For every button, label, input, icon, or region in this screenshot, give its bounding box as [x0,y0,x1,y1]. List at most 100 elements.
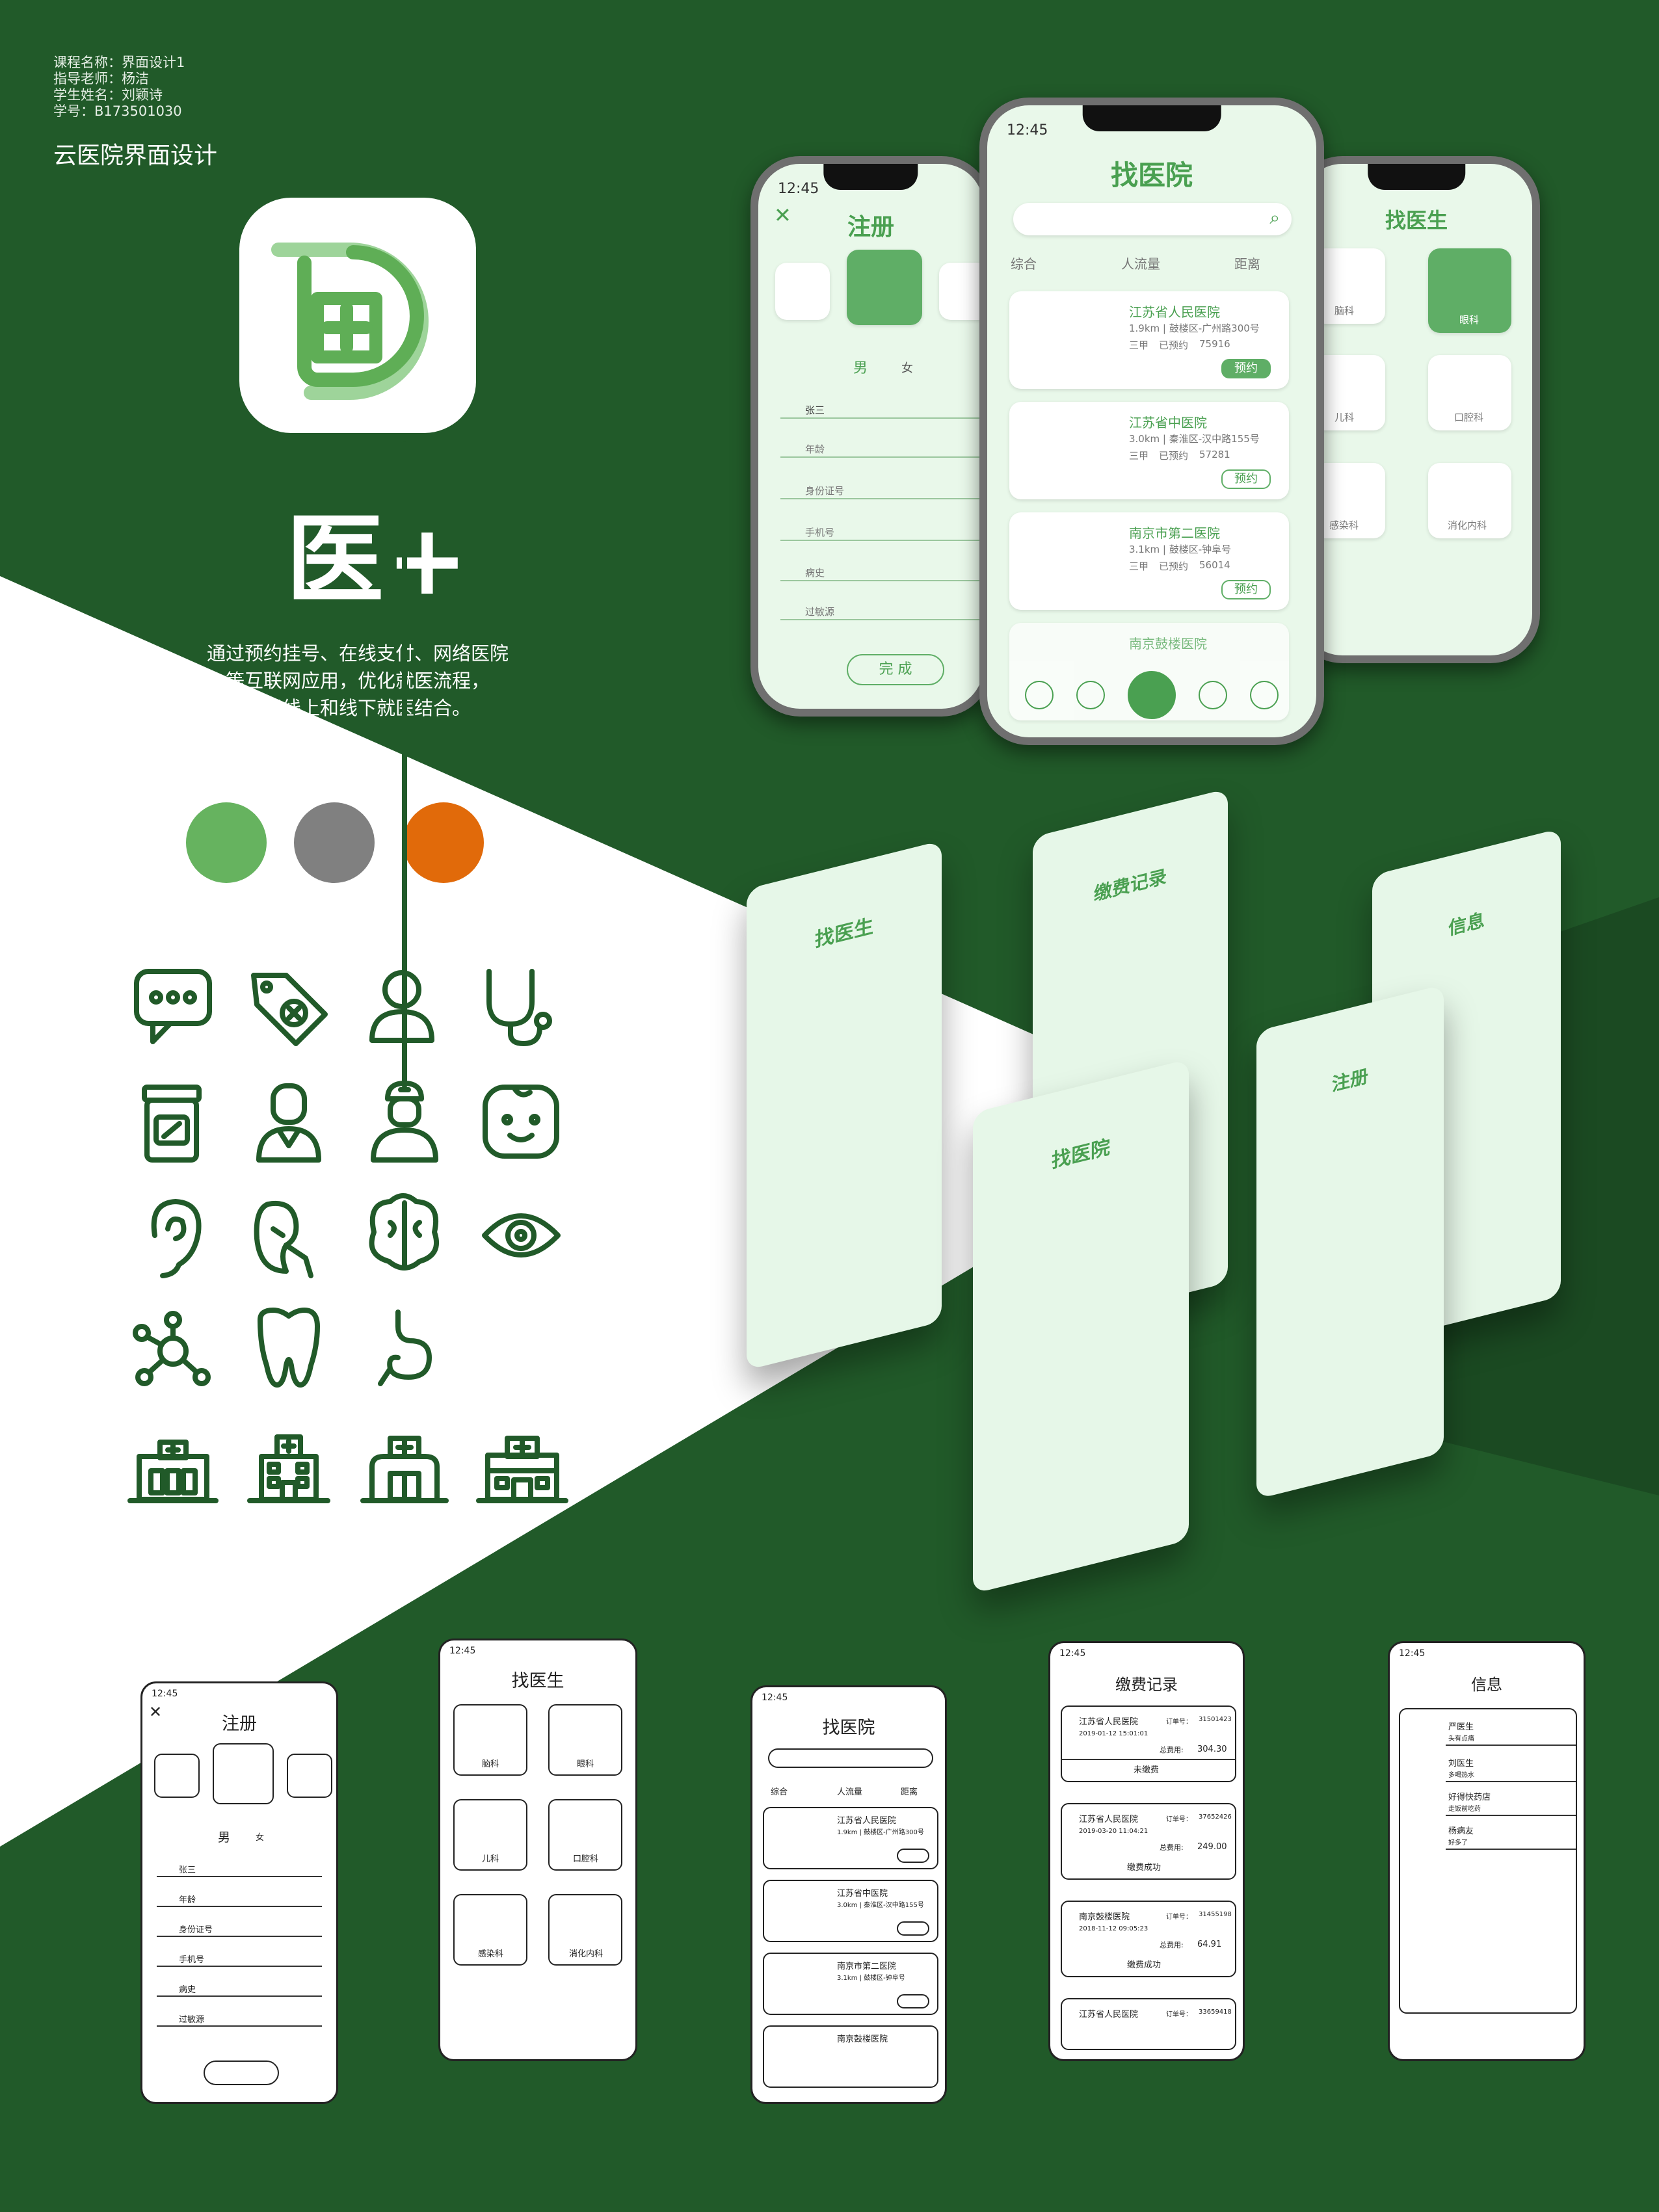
name-field[interactable]: 张三 [805,403,825,417]
nurse-avatar-option[interactable] [775,263,830,320]
payment-record[interactable]: 江苏省人民医院 订单号： 33659418 [1061,1998,1236,2050]
hospital-search-input[interactable]: ⌕ [1013,203,1292,235]
doctor-avatar-option[interactable] [847,250,922,325]
age-field[interactable]: 年龄 [179,1893,196,1905]
name-field[interactable]: 张三 [179,1863,196,1875]
dept-pediatrics[interactable]: 儿科 [453,1799,527,1871]
hospital-name: 南京市第二医院 [1129,525,1220,541]
gender-male[interactable]: 男 [218,1828,230,1845]
gender-male[interactable]: 男 [853,356,868,377]
medicine-avatar-option[interactable] [939,263,983,320]
hospital-search-input[interactable] [768,1748,933,1768]
hospital-name: 南京鼓楼医院 [837,2034,888,2044]
book-button[interactable]: 预约 [897,1994,929,2008]
hospital-card[interactable]: 江苏省中医院 3.0km | 秦淮区-汉中路155号 预约 [763,1880,938,1942]
payment-record[interactable]: 江苏省人民医院 订单号： 37652426 2019-03-20 11:04:2… [1061,1803,1236,1880]
record-hospital: 江苏省人民医院 [1079,1815,1139,1824]
tab-records-icon[interactable] [1199,681,1228,709]
order-label: 订单号： [1166,2011,1192,2018]
filter-traffic[interactable]: 人流量 [837,1785,862,1797]
tab-medical-tag-icon[interactable] [1127,671,1176,719]
dept-pediatrics[interactable]: 儿科 [1314,355,1385,430]
phone-field[interactable]: 手机号 [805,525,834,539]
dept-label: 儿科 [482,1854,499,1864]
dept-infection[interactable]: 感染科 [453,1894,527,1966]
hospital-card[interactable]: 江苏省中医院 3.0km | 秦淮区-汉中路155号 三甲 已预约 57281 … [1009,402,1289,499]
book-button[interactable]: 预约 [1221,359,1271,378]
phone-field[interactable]: 手机号 [179,1953,204,1965]
payment-record[interactable]: 江苏省人民医院 订单号： 31501423 2019-01-12 15:01:0… [1061,1705,1236,1782]
filter-traffic[interactable]: 人流量 [1121,254,1160,272]
contact-name[interactable]: 严医生 [1448,1720,1474,1732]
wire-payment: 12:45 缴费记录 江苏省人民医院 订单号： 31501423 2019-01… [1048,1641,1245,2061]
molecule-icon [133,1311,211,1386]
dept-brain[interactable]: 脑科 [453,1704,527,1776]
order-number: 33659418 [1199,2008,1232,2016]
doctor-avatar-option[interactable] [213,1743,274,1804]
book-button[interactable]: 预约 [897,1921,929,1936]
allergy-field[interactable]: 过敏源 [179,2012,204,2025]
dept-digestive[interactable]: 消化内科 [1428,463,1511,538]
filter-comprehensive[interactable]: 综合 [1011,254,1037,272]
dept-brain[interactable]: 脑科 [1314,248,1385,324]
iso-title: 缴费记录 [1093,865,1167,905]
dept-dental[interactable]: 口腔科 [1428,355,1511,430]
hospital-card[interactable]: 南京市第二医院 3.1km | 鼓楼区-钟阜号 三甲 已预约 56014 预约 [1009,512,1289,610]
total-label: 总费用: [1160,1746,1184,1754]
hospital-small-icon [360,1436,449,1503]
hospital-card[interactable]: 江苏省人民医院 1.9km | 鼓楼区-广州路300号 预约 [763,1807,938,1869]
hospital-level: 三甲 [1129,339,1149,351]
dept-label: 感染科 [478,1949,504,1959]
book-button[interactable]: 预约 [897,1849,929,1863]
hospital-info: 3.0km | 秦淮区-汉中路155号 [1129,433,1260,445]
message-preview: 头有点痛 [1448,1735,1474,1743]
message-divider [1446,1781,1576,1782]
filter-distance[interactable]: 距离 [1234,254,1260,272]
register-submit-button[interactable]: 完 成 [204,2061,279,2085]
dept-infection[interactable]: 感染科 [1314,463,1385,538]
dept-label: 儿科 [1334,412,1355,423]
tab-stethoscope-icon[interactable] [1024,681,1054,709]
filter-comprehensive[interactable]: 综合 [771,1785,788,1797]
medicine-avatar-option[interactable] [287,1754,332,1798]
filter-distance[interactable]: 距离 [901,1785,918,1797]
gender-female[interactable]: 女 [256,1830,264,1843]
hospital-info: 3.1km | 鼓楼区-钟阜号 [837,1975,905,1982]
id-field[interactable]: 身份证号 [805,484,844,497]
dept-digestive[interactable]: 消化内科 [548,1894,622,1966]
dept-label: 眼科 [1459,314,1480,326]
contact-name[interactable]: 刘医生 [1448,1756,1474,1769]
dept-dental[interactable]: 口腔科 [548,1799,622,1871]
register-submit-button[interactable]: 完 成 [847,654,944,685]
history-field[interactable]: 病史 [179,1982,196,1995]
book-button[interactable]: 预约 [1221,580,1271,599]
ear-icon [151,1199,202,1278]
book-button[interactable]: 预约 [1221,469,1271,489]
dept-label: 感染科 [1329,520,1359,531]
booked-label: 已预约 [1159,450,1189,462]
dept-eye[interactable]: 眼科 [548,1704,622,1776]
nurse-avatar-option[interactable] [154,1754,200,1798]
age-field[interactable]: 年龄 [805,442,825,456]
total-amount: 304.30 [1197,1745,1227,1754]
find-doctor-title: 找医生 [1385,208,1448,233]
phone-register: 12:45 ✕ 注册 男 女 张三 年龄 身份证号 手机号 病史 过敏源 完 成 [750,156,991,717]
history-field[interactable]: 病史 [805,566,825,579]
contact-name[interactable]: 杨病友 [1448,1824,1474,1836]
hospital-card[interactable]: 南京鼓楼医院 [763,2025,938,2088]
id-field[interactable]: 身份证号 [179,1923,213,1935]
tab-chat-icon[interactable] [1076,681,1105,709]
contact-name[interactable]: 好得快药店 [1448,1790,1491,1802]
hospital-card[interactable]: 江苏省人民医院 1.9km | 鼓楼区-广州路300号 三甲 已预约 75916… [1009,291,1289,389]
doctor-icon [256,1083,321,1163]
hospital-card[interactable]: 南京市第二医院 3.1km | 鼓楼区-钟阜号 预约 [763,1953,938,2015]
record-divider [1062,1759,1235,1760]
payment-record[interactable]: 南京鼓楼医院 订单号： 31455198 2018-11-12 09:05:23… [1061,1901,1236,1977]
tab-user-icon[interactable] [1250,681,1279,709]
dept-eye[interactable]: 眼科 [1428,248,1511,333]
gender-female[interactable]: 女 [901,359,913,376]
hospital-name: 江苏省中医院 [837,1889,888,1899]
total-amount: 249.00 [1197,1842,1227,1852]
allergy-field[interactable]: 过敏源 [805,605,834,618]
notch [1368,164,1465,190]
